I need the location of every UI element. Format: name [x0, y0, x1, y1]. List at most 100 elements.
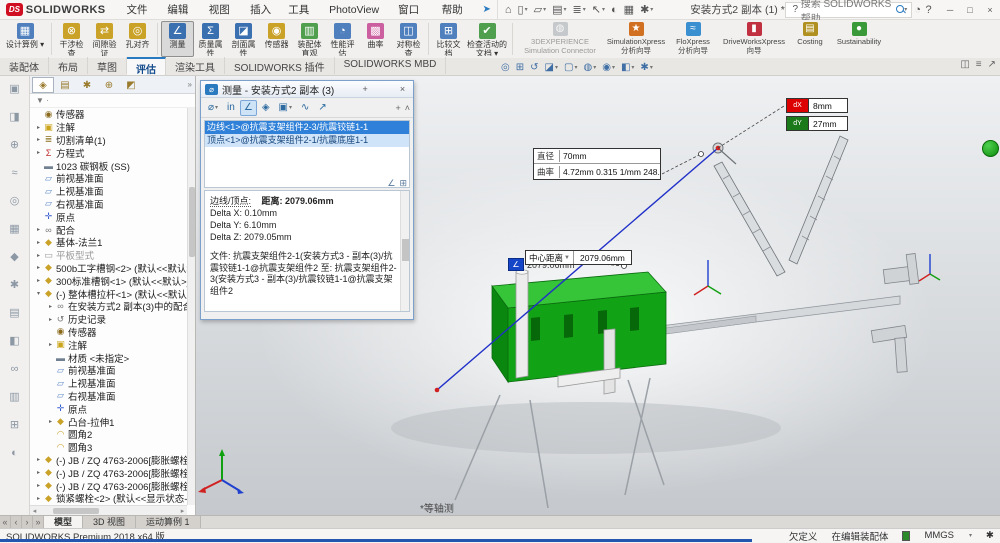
status-gear-icon[interactable]: ✱	[986, 530, 994, 541]
left-toolbar-icon-0[interactable]: ▣	[6, 80, 24, 98]
tree-item[interactable]: ▸≣切割清单(1)	[30, 134, 187, 147]
tree-item[interactable]: ▬1023 碳钢板 (SS)	[30, 159, 187, 172]
tree-expander[interactable]: ▸	[34, 456, 43, 463]
tree-item[interactable]: ▸◆300标准槽钢<1> (默认<<默认>_显示	[30, 274, 187, 287]
search-icon[interactable]	[896, 5, 904, 14]
close-button[interactable]: ×	[980, 0, 1000, 20]
left-toolbar-icon-4[interactable]: ◎	[6, 192, 24, 210]
show-xyz-measurements-icon[interactable]: ∠	[240, 100, 257, 116]
select-arrow-icon[interactable]: ↖▾	[590, 2, 607, 18]
close-icon[interactable]: ×	[396, 84, 409, 94]
tree-item[interactable]: ▸▣注解	[30, 121, 187, 134]
filter-icon[interactable]: ▼ ·	[36, 96, 49, 105]
tree-item[interactable]: ◠圆角3	[30, 441, 187, 454]
addin-button-FloXpress[interactable]: ≈FloXpress分析向导	[668, 21, 718, 57]
help-menu-icon[interactable]: ?	[923, 4, 934, 16]
results-scroll-thumb[interactable]	[402, 239, 409, 261]
pin-icon[interactable]: +	[359, 84, 372, 94]
options-gear-icon[interactable]: ✱▾	[638, 2, 655, 18]
fullscreen-icon[interactable]: ↗	[988, 59, 996, 70]
tree-item[interactable]: ▸▭平板型式	[30, 249, 187, 262]
ribbon-button-间隙验证[interactable]: ⇄间隙验证	[88, 21, 121, 57]
collapse-panel-icon[interactable]: ◫	[960, 59, 969, 70]
doc-tab-运动算例 1[interactable]: 运动算例 1	[136, 516, 201, 528]
export-icon[interactable]: ↗	[314, 100, 330, 116]
tree-expander[interactable]: ▸	[46, 418, 55, 425]
menu-item[interactable]: 插入(I)	[243, 0, 281, 20]
tree-item[interactable]: ▸∞在安装方式2 副本(3)中的配合	[30, 300, 187, 313]
tree-item[interactable]: ▱上视基准面	[30, 185, 187, 198]
menu-item[interactable]: 编辑(E)	[160, 0, 201, 20]
measurement-history-icon[interactable]: ∿	[297, 100, 313, 116]
ribbon-button-孔对齐[interactable]: ◎孔对齐	[121, 21, 154, 57]
display-style-icon[interactable]: ◍▾	[580, 62, 599, 73]
addin-button-Sustainability[interactable]: ●Sustainability	[830, 21, 888, 57]
view-settings-icon[interactable]: ✱▾	[637, 62, 655, 73]
tree-item[interactable]: ▸▣注解	[30, 338, 187, 351]
left-toolbar-icon-13[interactable]: ◐	[6, 444, 24, 462]
home-icon[interactable]: ⌂	[503, 2, 514, 18]
tree-item[interactable]: ▸◆(-) JB / ZQ 4763-2006[膨胀螺栓M12	[30, 454, 187, 467]
xyz-measure-chip-icon[interactable]: ∠	[508, 258, 524, 271]
feature-manager-tab-2[interactable]: ✱	[76, 77, 98, 93]
tree-item[interactable]: ▸◆500b工字槽钢<2> (默认<<默认>_显	[30, 262, 187, 275]
tree-expander[interactable]: ▸	[34, 264, 43, 271]
doc-tab-模型[interactable]: 模型	[44, 516, 83, 528]
left-toolbar-icon-5[interactable]: ▦	[6, 220, 24, 238]
minimize-button[interactable]: ─	[940, 0, 960, 20]
tree-expander[interactable]: ▸	[34, 252, 43, 259]
ribbon-button-对称检查[interactable]: ◫对称检查	[392, 21, 425, 57]
ribbon-button-性能评估[interactable]: ◔性能评估	[326, 21, 359, 57]
tree-hscroll-thumb[interactable]	[53, 508, 99, 514]
file-properties-icon[interactable]: ▦	[622, 2, 636, 18]
tabs-overflow-icon[interactable]: »	[188, 80, 195, 89]
left-toolbar-icon-8[interactable]: ▤	[6, 304, 24, 322]
left-toolbar-icon-7[interactable]: ✱	[6, 276, 24, 294]
tree-item[interactable]: ▱右视基准面	[30, 390, 187, 403]
center-distance-callout[interactable]: 中心距离 ▼ 2079.06mm	[525, 250, 632, 265]
tree-scroll-thumb[interactable]	[189, 187, 195, 257]
section-view-icon[interactable]: ◪▾	[542, 62, 561, 73]
feature-manager-tab-1[interactable]: ▤	[54, 77, 76, 93]
zoom-fit-icon[interactable]: ◎	[498, 62, 513, 73]
left-toolbar-icon-9[interactable]: ◧	[6, 332, 24, 350]
command-tab-布局[interactable]: 布局	[49, 57, 88, 74]
tree-item[interactable]: ▸↺历史记录	[30, 313, 187, 326]
left-toolbar-icon-11[interactable]: ▥	[6, 388, 24, 406]
left-toolbar-icon-6[interactable]: ◆	[6, 248, 24, 266]
tree-item[interactable]: ▸Σ方程式	[30, 146, 187, 159]
command-tab-SOLIDWORKS MBD[interactable]: SOLIDWORKS MBD	[335, 57, 447, 74]
view-orientation-icon[interactable]: ▢▾	[561, 62, 580, 73]
tree-item[interactable]: ▾◆(-) 整体槽拉杆<1> (默认<<默认>_显	[30, 287, 187, 300]
measure-selection-list[interactable]: 边线<1>@抗震支架组件2-3/抗震铰链1-1顶点<1>@抗震支架组件2-1/抗…	[204, 120, 410, 188]
ribbon-button-干涉检查[interactable]: ⊗干涉检查	[55, 21, 88, 57]
point-to-point-icon[interactable]: ◈	[258, 100, 274, 116]
menu-item[interactable]: 窗口(W)	[391, 0, 435, 20]
tree-expander[interactable]: ▸	[34, 482, 43, 489]
scroll-right-icon[interactable]: ▸	[178, 507, 187, 515]
new-document-icon[interactable]: ▯▾	[516, 2, 530, 18]
tab-nav-icon-1[interactable]: ‹	[11, 516, 22, 528]
tree-expander[interactable]: ▸	[46, 316, 55, 323]
tree-expander[interactable]: ▸	[34, 495, 43, 502]
ribbon-button-剖面属性[interactable]: ◪剖面属性	[227, 21, 260, 57]
results-scrollbar[interactable]	[400, 191, 409, 311]
ribbon-button-质量属性[interactable]: Σ质量属性	[194, 21, 227, 57]
ribbon-button-曲率[interactable]: ▩曲率	[359, 21, 392, 57]
tree-expander[interactable]: ▸	[34, 149, 43, 156]
addin-button-Costing[interactable]: ▤Costing	[790, 21, 830, 57]
left-toolbar-icon-3[interactable]: ≈	[6, 164, 24, 182]
help-search-input[interactable]: ? 搜索 SOLIDWORKS 帮助 ▾	[785, 2, 912, 18]
center-distance-dropdown[interactable]: 中心距离 ▼	[526, 251, 574, 264]
save-icon[interactable]: ▤▾	[550, 2, 568, 18]
tree-expander[interactable]: ▸	[34, 226, 43, 233]
dialog-pin-icon[interactable]: +	[395, 103, 400, 113]
scroll-left-icon[interactable]: ◂	[30, 507, 39, 515]
tree-item[interactable]: ▸◆凸台-拉伸1	[30, 415, 187, 428]
menu-item[interactable]: 文件(F)	[120, 0, 161, 20]
feature-manager-tab-3[interactable]: ⊕	[98, 77, 120, 93]
feature-manager-tab-4[interactable]: ◩	[120, 77, 142, 93]
tree-expander[interactable]: ▸	[46, 303, 55, 310]
tree-item[interactable]: ▸◆锁紧螺栓<2> (默认<<显示状态-1>	[30, 492, 187, 505]
tree-expander[interactable]: ▸	[34, 239, 43, 246]
